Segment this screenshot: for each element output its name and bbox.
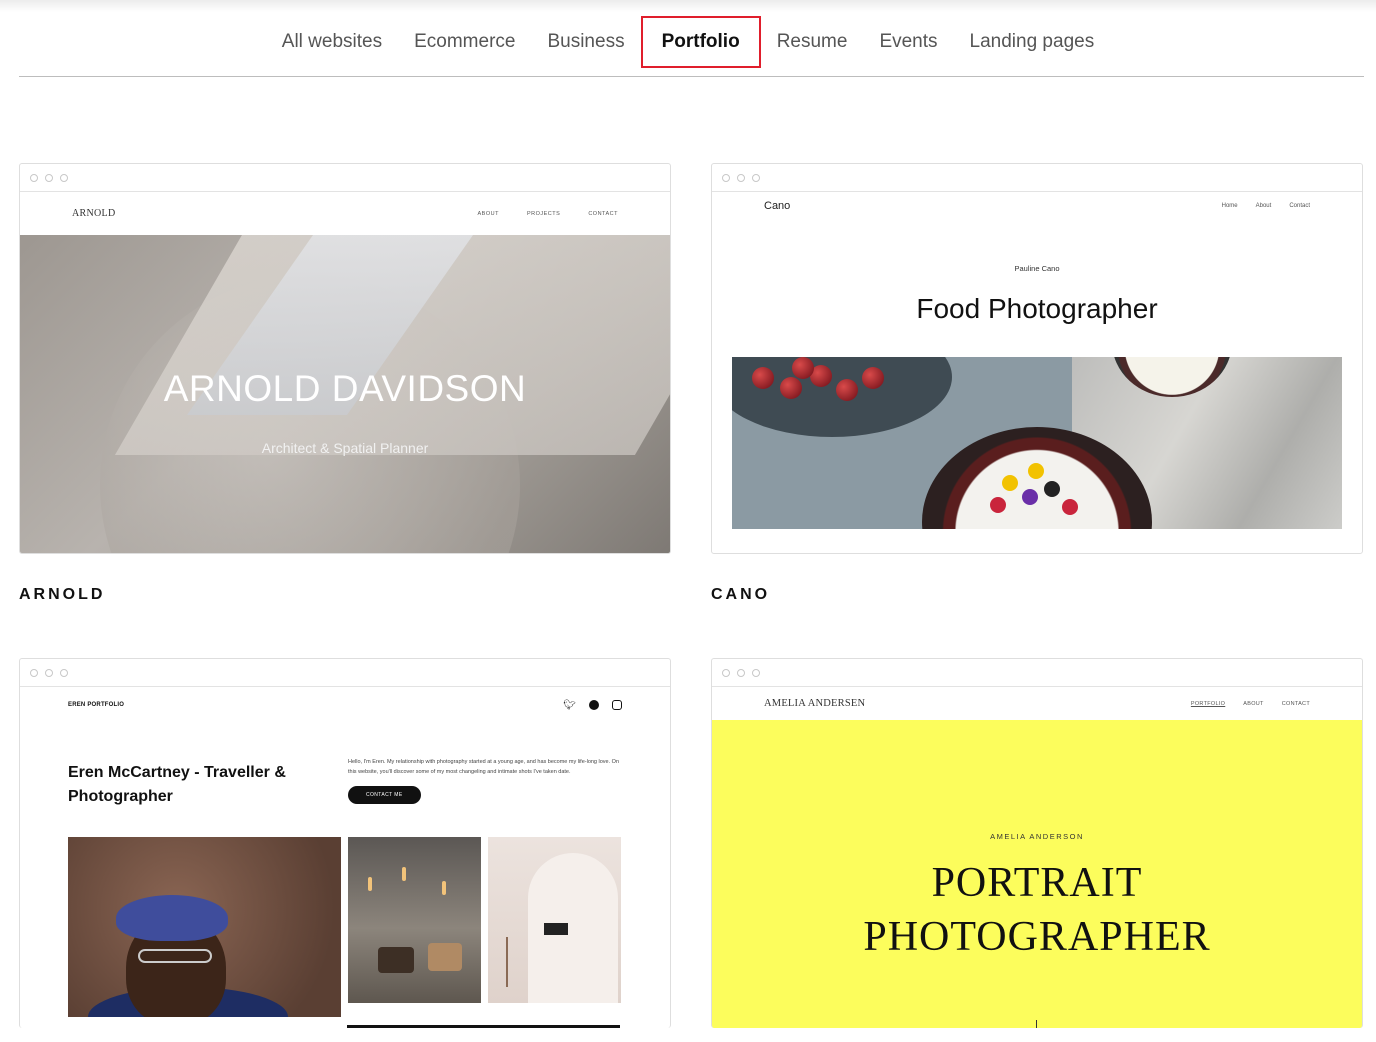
facebook-icon (589, 699, 599, 710)
preview-nav: EREN PORTFOLIO 🐦︎ (20, 687, 670, 723)
preview-nav-about: ABOUT (477, 210, 499, 217)
preview-intro: Eren McCartney - Traveller & Photographe… (20, 723, 670, 809)
window-dot-icon (45, 173, 53, 182)
window-dot-icon (30, 668, 38, 677)
preview-food-image (732, 357, 1342, 529)
preview-logo: EREN PORTFOLIO (68, 702, 125, 708)
preview-title: PORTRAIT PHOTOGRAPHER (712, 856, 1362, 964)
preview-title: Food Photographer (916, 293, 1158, 324)
preview-interior-image (348, 837, 481, 1003)
template-name-arnold[interactable]: ARNOLD (19, 586, 105, 604)
preview-title: Eren McCartney - Traveller & Photographe… (68, 764, 286, 805)
preview-room-image (488, 837, 621, 1003)
preview-nav: ARNOLD ABOUT PROJECTS CONTACT (20, 192, 670, 235)
preview-bio-text: Hello, I'm Eren. My relationship with ph… (348, 759, 620, 775)
template-name-cano[interactable]: CANO (711, 586, 770, 604)
browser-chrome (20, 659, 670, 687)
top-shadow (0, 0, 1376, 12)
preview-eyebrow: Pauline Cano (1014, 264, 1060, 273)
browser-chrome (20, 164, 670, 192)
window-dot-icon (722, 668, 730, 677)
preview-dark-strip (347, 1025, 620, 1028)
preview-nav-home: Home (1221, 203, 1238, 209)
template-card-arnold[interactable]: ARNOLD ABOUT PROJECTS CONTACT ARNOLD DAV… (19, 163, 671, 554)
preview-nav-contact: Contact (1289, 203, 1310, 209)
preview-nav-about: About (1255, 203, 1272, 209)
tabs-divider (19, 76, 1364, 77)
window-dot-icon (737, 173, 745, 182)
window-dot-icon (722, 173, 730, 182)
scroll-indicator-icon (1036, 1020, 1037, 1028)
preview-nav-links: PORTFOLIO ABOUT CONTACT (1191, 701, 1310, 707)
tab-landing-pages[interactable]: Landing pages (954, 16, 1111, 68)
tab-resume[interactable]: Resume (761, 16, 864, 68)
window-dot-icon (30, 173, 38, 182)
preview-title-line-1: PORTRAIT (931, 860, 1143, 906)
preview-hero-title: ARNOLD DAVIDSON (163, 368, 527, 409)
preview-nav-links: Home About Contact (1222, 203, 1310, 209)
window-dot-icon (45, 668, 53, 677)
preview-nav: AMELIA ANDERSEN PORTFOLIO ABOUT CONTACT (712, 687, 1362, 720)
twitter-icon: 🐦︎ (563, 699, 576, 711)
preview-title-line-2: PHOTOGRAPHER (863, 914, 1211, 960)
template-card-amelia[interactable]: AMELIA ANDERSEN PORTFOLIO ABOUT CONTACT … (711, 658, 1363, 1028)
preview-logo: AMELIA ANDERSEN (764, 698, 866, 709)
preview-logo: ARNOLD (72, 208, 116, 219)
preview-gallery (20, 809, 670, 1017)
preview-hero-subtitle: Architect & Spatial Planner (261, 440, 429, 456)
preview-portrait-image (68, 837, 341, 1017)
window-dot-icon (60, 173, 68, 182)
template-card-eren[interactable]: EREN PORTFOLIO 🐦︎ Eren McCartney - Trave… (19, 658, 671, 1028)
preview-nav-contact: CONTACT (1281, 700, 1310, 707)
preview-nav-links: ABOUT PROJECTS CONTACT (478, 211, 618, 217)
window-dot-icon (752, 668, 760, 677)
window-dot-icon (60, 668, 68, 677)
tab-ecommerce[interactable]: Ecommerce (398, 16, 531, 68)
preview-nav-portfolio: PORTFOLIO (1190, 700, 1226, 707)
preview-nav-projects: PROJECTS (526, 210, 561, 217)
tab-all-websites[interactable]: All websites (266, 16, 398, 68)
tab-portfolio[interactable]: Portfolio (640, 16, 761, 68)
window-dot-icon (752, 173, 760, 182)
instagram-icon (612, 699, 622, 710)
preview-nav-about: ABOUT (1243, 700, 1264, 707)
preview-hero: AMELIA ANDERSON PORTRAIT PHOTOGRAPHER (712, 720, 1362, 1028)
preview-eyebrow: AMELIA ANDERSON (990, 832, 1084, 841)
preview-contact-button: CONTACT ME (348, 786, 421, 804)
tab-business[interactable]: Business (531, 16, 640, 68)
preview-logo: Cano (764, 200, 791, 212)
tab-events[interactable]: Events (863, 16, 953, 68)
category-tabs: All websites Ecommerce Business Portfoli… (0, 16, 1376, 68)
preview-social-icons: 🐦︎ (563, 699, 622, 711)
window-dot-icon (737, 668, 745, 677)
preview-nav: Cano Home About Contact (712, 192, 1362, 220)
browser-chrome (712, 659, 1362, 687)
preview-nav-contact: CONTACT (588, 210, 618, 217)
browser-chrome (712, 164, 1362, 192)
preview-hero-image: ARNOLD DAVIDSON Architect & Spatial Plan… (20, 235, 670, 553)
template-card-cano[interactable]: Cano Home About Contact Pauline Cano Foo… (711, 163, 1363, 554)
